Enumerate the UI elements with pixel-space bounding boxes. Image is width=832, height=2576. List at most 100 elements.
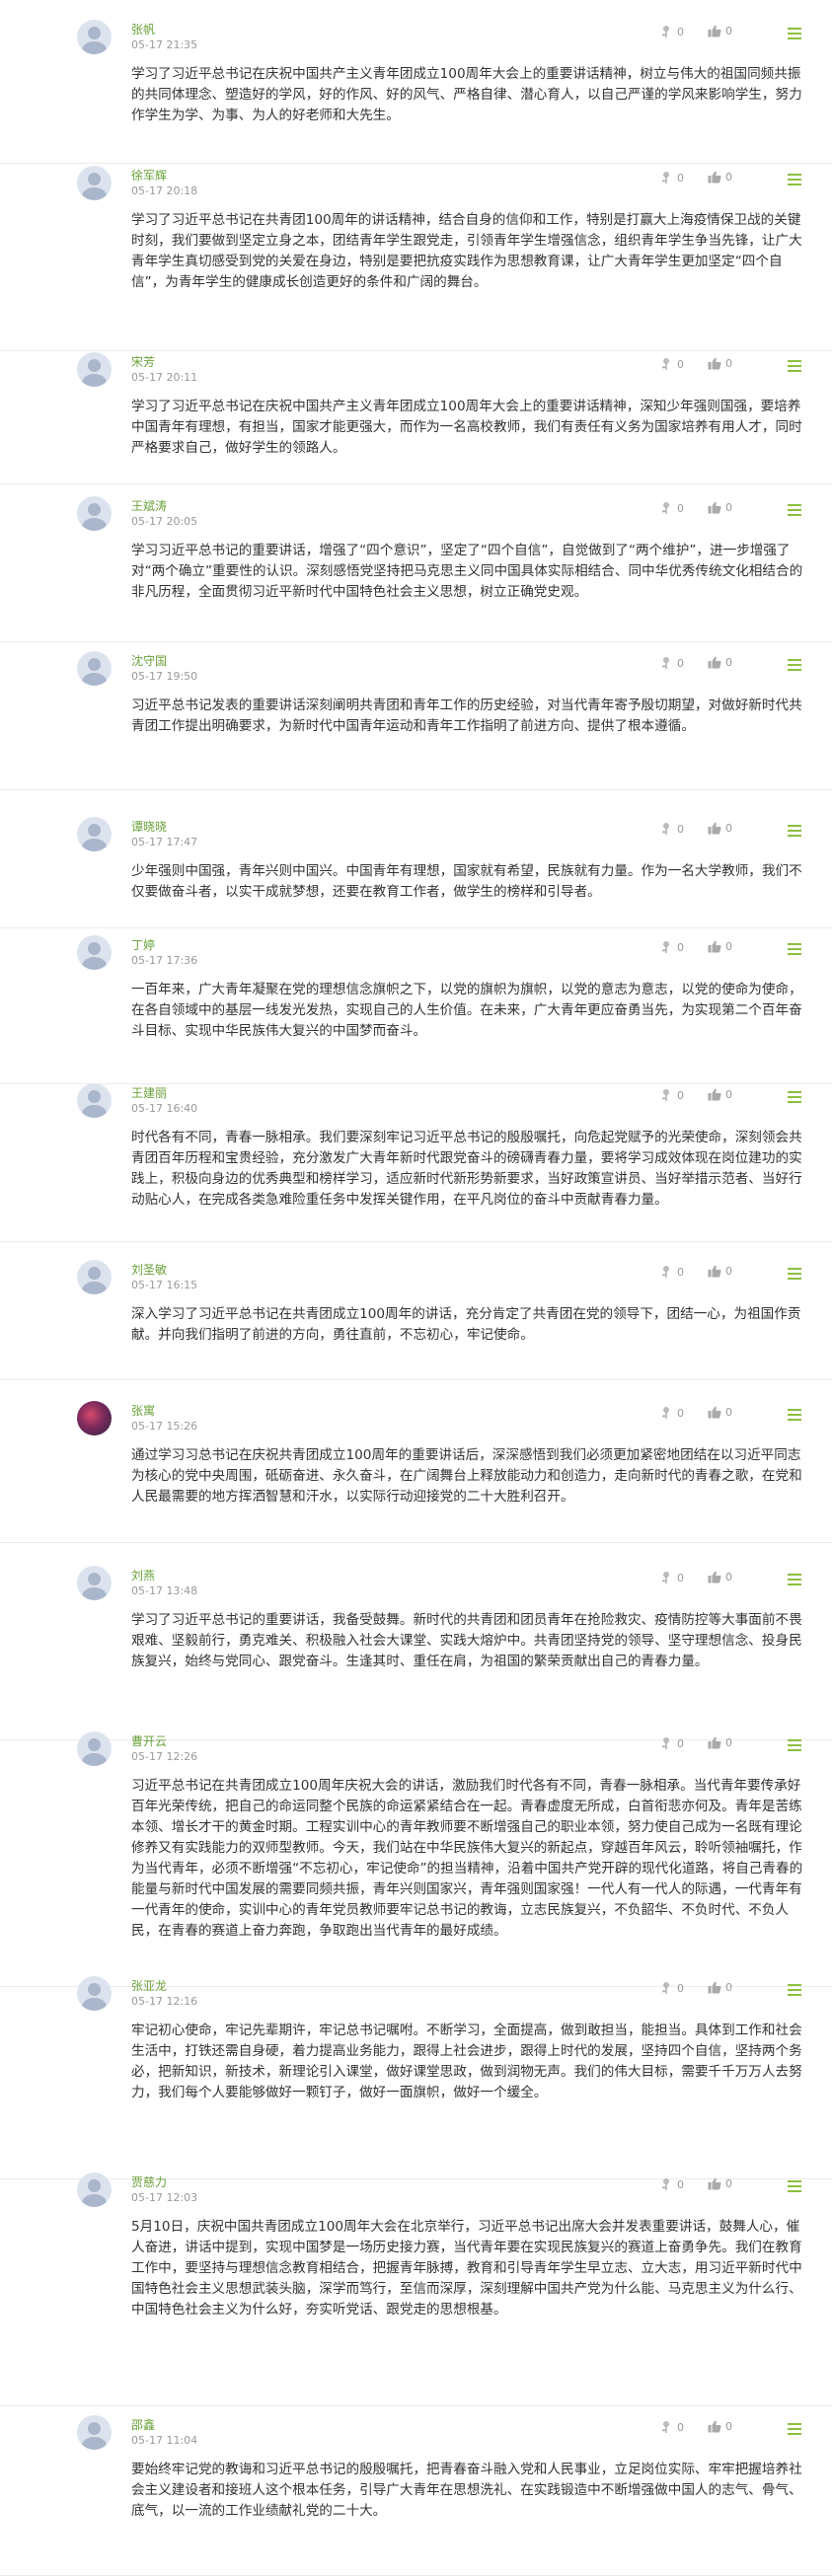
comment-author[interactable]: 王建丽 [131,1084,167,1101]
user-avatar[interactable] [77,1976,112,2011]
more-menu-button[interactable] [788,1268,801,1283]
send-flower-button[interactable]: 0 [659,1981,684,1995]
like-button[interactable]: 0 [708,1981,732,1994]
user-avatar[interactable] [77,166,112,200]
comment-item: 沈守国 05-17 19:50 习近平总书记发表的重要讲话深刻阐明共青团和青年工作的… [0,641,832,790]
user-avatar[interactable] [77,1566,112,1600]
comment-time: 05-17 19:50 [131,670,198,683]
more-menu-button[interactable] [788,1409,801,1424]
comment-author[interactable]: 谭晓晓 [131,818,167,835]
like-button[interactable]: 0 [708,171,732,184]
send-flower-button[interactable]: 0 [659,1406,684,1420]
comment-author[interactable]: 邵鑫 [131,2416,155,2433]
user-avatar[interactable] [77,1083,112,1118]
user-avatar[interactable] [77,2172,112,2207]
more-menu-button[interactable] [788,1091,801,1106]
send-flower-button[interactable]: 0 [659,822,684,836]
more-menu-button[interactable] [788,825,801,840]
send-flower-button[interactable]: 0 [659,2420,684,2434]
send-flower-button[interactable]: 0 [659,1265,684,1279]
comment-text: 牢记初心使命，牢记先辈期许，牢记总书记嘱咐。不断学习，全面提高，做到敢担当，能担… [131,2023,802,2100]
more-menu-button[interactable] [788,28,801,42]
like-button[interactable]: 0 [708,2177,732,2190]
comment-text: 学习了习近平总书记在庆祝中国共产主义青年团成立100周年大会上的重要讲话精神，树… [131,66,802,123]
send-flower-button[interactable]: 0 [659,656,684,670]
thumbs-up-icon [708,2177,721,2190]
like-button[interactable]: 0 [708,1406,732,1419]
more-menu-button[interactable] [788,659,801,674]
comment-author[interactable]: 张寓 [131,1402,155,1419]
comment-actions: 00 [659,822,807,838]
send-flower-button[interactable]: 0 [659,1736,684,1750]
more-menu-button[interactable] [788,1739,801,1754]
send-flower-button[interactable]: 0 [659,357,684,371]
comment-text: 一百年来，广大青年凝聚在党的理想信念旗帜之下，以党的旗帜为旗帜，以党的意志为意志… [131,982,802,1039]
like-button[interactable]: 0 [708,357,732,370]
comment-actions: 00 [659,171,807,186]
more-menu-button[interactable] [788,2423,801,2438]
like-button[interactable]: 0 [708,822,732,835]
flower-count: 0 [677,822,684,836]
send-flower-button[interactable]: 0 [659,940,684,954]
user-avatar[interactable] [77,2415,112,2450]
comment-author[interactable]: 刘燕 [131,1567,155,1583]
like-button[interactable]: 0 [708,1265,732,1278]
comment-time: 05-17 16:40 [131,1102,198,1115]
user-avatar[interactable] [77,1401,112,1435]
send-flower-button[interactable]: 0 [659,171,684,184]
menu-icon [788,174,801,188]
user-avatar[interactable] [77,20,112,54]
comment-author[interactable]: 曹开云 [131,1732,167,1749]
like-count: 0 [725,25,732,37]
like-button[interactable]: 0 [708,656,732,669]
comment-author[interactable]: 张帆 [131,21,155,37]
send-flower-button[interactable]: 0 [659,501,684,515]
comment-author[interactable]: 王斌涛 [131,497,167,514]
more-menu-button[interactable] [788,2180,801,2195]
more-menu-button[interactable] [788,360,801,375]
comment-author[interactable]: 徐军辉 [131,167,167,184]
more-menu-button[interactable] [788,1574,801,1588]
flower-icon [659,25,673,38]
user-avatar[interactable] [77,352,112,387]
more-menu-button[interactable] [788,504,801,519]
like-button[interactable]: 0 [708,2420,732,2433]
comment-item: 王斌涛 05-17 20:05 学习习近平总书记的重要讲话，增强了“四个意识”，坚定… [0,483,832,642]
comment-actions: 00 [659,1406,807,1422]
user-avatar[interactable] [77,496,112,531]
like-count: 0 [725,2177,732,2190]
send-flower-button[interactable]: 0 [659,1571,684,1584]
like-button[interactable]: 0 [708,501,732,514]
comment-author[interactable]: 丁婷 [131,936,155,953]
comment-item: 徐军辉 05-17 20:18 学习了习近平总书记在共青团100周年的讲话精神，结合… [0,163,832,351]
flower-icon [659,1088,673,1102]
send-flower-button[interactable]: 0 [659,2177,684,2191]
send-flower-button[interactable]: 0 [659,1088,684,1102]
like-button[interactable]: 0 [708,1736,732,1749]
user-avatar[interactable] [77,1731,112,1766]
comment-actions: 00 [659,656,807,672]
user-avatar[interactable] [77,651,112,686]
like-button[interactable]: 0 [708,1571,732,1583]
comment-author[interactable]: 张亚龙 [131,1977,167,1994]
send-flower-button[interactable]: 0 [659,25,684,38]
like-button[interactable]: 0 [708,25,732,37]
comment-time: 05-17 13:48 [131,1584,198,1597]
more-menu-button[interactable] [788,174,801,188]
user-avatar[interactable] [77,817,112,851]
comment-author[interactable]: 宋芳 [131,353,155,370]
more-menu-button[interactable] [788,1984,801,1999]
user-avatar[interactable] [77,935,112,970]
comment-time: 05-17 12:16 [131,1995,198,2008]
like-button[interactable]: 0 [708,940,732,953]
more-menu-button[interactable] [788,943,801,958]
like-button[interactable]: 0 [708,1088,732,1101]
thumbs-up-icon [708,822,721,835]
comment-author[interactable]: 刘圣敏 [131,1261,167,1278]
user-avatar[interactable] [77,1260,112,1294]
like-count: 0 [725,501,732,514]
comment-author[interactable]: 沈守国 [131,652,167,669]
comment-author[interactable]: 贾慈力 [131,2173,167,2190]
menu-icon [788,1091,801,1106]
comment-time: 05-17 12:26 [131,1750,198,1763]
